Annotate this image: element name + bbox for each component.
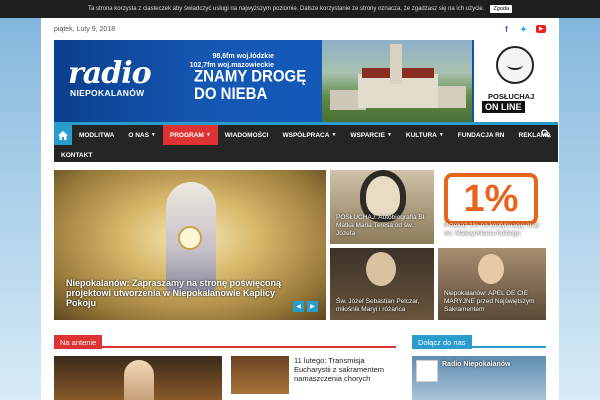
section-title: Na antenie xyxy=(54,335,103,349)
chevron-right-icon[interactable]: ▶ xyxy=(307,301,318,312)
nav-modlitwa[interactable]: MODLITWA xyxy=(72,125,121,145)
main-nav: MODLITWA O NAS ▼ PROGRAM ▼ WIADOMOŚCI WSPÓ… xyxy=(54,122,558,162)
nav-wiadomosci[interactable]: WIADOMOŚCI xyxy=(218,125,276,145)
church-photo xyxy=(322,40,472,122)
frequency-lodzkie: 98,6fm woj.łódzkie xyxy=(212,53,274,60)
cookie-accept-button[interactable]: Zgoda xyxy=(490,5,513,13)
chevron-down-icon: ▼ xyxy=(331,132,337,138)
top-bar: piątek, Luty 9, 2018 f ✦ ▶ xyxy=(41,18,559,40)
featured-tile-4[interactable]: Niepokalanów: APEL DE CIE MARYJNE przed … xyxy=(438,248,546,320)
slogan: ZNAMY DROGĘ DO NIEBA xyxy=(194,68,306,103)
nav-wspolpraca[interactable]: WSPÓŁPRACA ▼ xyxy=(275,125,343,145)
nav-row-2: KONTAKT xyxy=(54,145,558,165)
logo-niepokalanow: NIEPOKALANÓW xyxy=(70,88,145,98)
nav-fundacja-rn[interactable]: FUNDACJA RN xyxy=(451,125,512,145)
news-thumb-2[interactable] xyxy=(231,356,289,394)
nav-reklama[interactable]: REKLAMA xyxy=(512,125,559,145)
section-title: Dołącz do nas xyxy=(412,335,472,349)
chevron-down-icon: ▼ xyxy=(150,132,156,138)
news-image-1[interactable] xyxy=(54,356,222,400)
logo-radio: radio xyxy=(68,56,152,91)
facebook-icon[interactable]: f xyxy=(502,25,511,34)
one-percent-badge: 1% xyxy=(444,173,538,225)
twitter-icon[interactable]: ✦ xyxy=(519,25,528,34)
listen-label: POSŁUCHAJ xyxy=(488,92,535,101)
header-banner[interactable]: radio NIEPOKALANÓW 98,6fm woj.łódzkie 10… xyxy=(54,40,558,122)
featured-slider[interactable]: Niepokalanów: Zapraszamy na stronę poświ… xyxy=(54,170,326,320)
section-dolacz: Dołącz do nas xyxy=(412,332,546,349)
facebook-widget[interactable]: Radio Niepokalanów xyxy=(412,356,546,400)
chevron-down-icon: ▼ xyxy=(438,132,444,138)
social-links: f ✦ ▶ xyxy=(502,25,546,34)
nav-kultura[interactable]: KULTURA ▼ xyxy=(399,125,451,145)
site-logo[interactable]: radio NIEPOKALANÓW xyxy=(68,56,152,99)
search-icon[interactable] xyxy=(541,129,550,140)
slider-arrows: ◀ ▶ xyxy=(293,301,318,312)
cookie-bar: Ta strona korzysta z ciasteczek aby świa… xyxy=(0,0,600,18)
cookie-text: Ta strona korzysta z ciasteczek aby świa… xyxy=(87,6,485,12)
page-wrapper: piątek, Luty 9, 2018 f ✦ ▶ radio NIEPOKA… xyxy=(41,18,559,400)
nav-row-1: MODLITWA O NAS ▼ PROGRAM ▼ WIADOMOŚCI WSPÓ… xyxy=(54,125,558,145)
youtube-icon[interactable]: ▶ xyxy=(536,25,546,33)
home-icon[interactable] xyxy=(54,125,72,145)
online-label: ON LINE xyxy=(482,101,525,113)
news-title-2[interactable]: 11 lutego: Transmisja Eucharystii z sakr… xyxy=(294,356,394,383)
date-label: piątek, Luty 9, 2018 xyxy=(54,25,116,33)
nav-program[interactable]: PROGRAM ▼ xyxy=(162,125,218,145)
chevron-down-icon: ▼ xyxy=(386,132,392,138)
nav-wsparcie[interactable]: WSPARCIE ▼ xyxy=(343,125,399,145)
listen-online-button[interactable]: POSŁUCHAJ ON LINE xyxy=(474,40,558,122)
tile-caption: Niepokalanów: APEL DE CIE MARYJNE przed … xyxy=(444,290,535,313)
featured-tile-3[interactable]: Św. Józef Sebastian Pelczar, miłośnik Ma… xyxy=(330,248,434,320)
nav-o-nas[interactable]: O NAS ▼ xyxy=(121,125,163,145)
slogan-line1: ZNAMY DROGĘ xyxy=(194,67,307,86)
tile-caption: POSŁUCHAJ: Autobiografia Bł. Matka Maria… xyxy=(336,214,426,237)
mascot-icon xyxy=(496,46,534,84)
nav-kontakt[interactable]: KONTAKT xyxy=(54,145,99,165)
slider-caption[interactable]: Niepokalanów: Zapraszamy na stronę poświ… xyxy=(66,278,286,308)
featured-tile-2[interactable]: 1% Przekaż 1% na kontynuację misji św. M… xyxy=(438,170,546,244)
tile-caption: Św. Józef Sebastian Pelczar, miłośnik Ma… xyxy=(336,298,420,313)
chevron-left-icon[interactable]: ◀ xyxy=(293,301,304,312)
featured-tile-1[interactable]: POSŁUCHAJ: Autobiografia Bł. Matka Maria… xyxy=(330,170,434,244)
chevron-down-icon: ▼ xyxy=(205,132,211,138)
facebook-page-name[interactable]: Radio Niepokalanów xyxy=(442,361,510,368)
section-na-antenie: Na antenie xyxy=(54,332,396,349)
slogan-line2: DO NIEBA xyxy=(194,84,268,104)
tile-caption: Przekaż 1% na kontynuację misji św. Maks… xyxy=(444,222,540,237)
avatar xyxy=(416,360,438,382)
